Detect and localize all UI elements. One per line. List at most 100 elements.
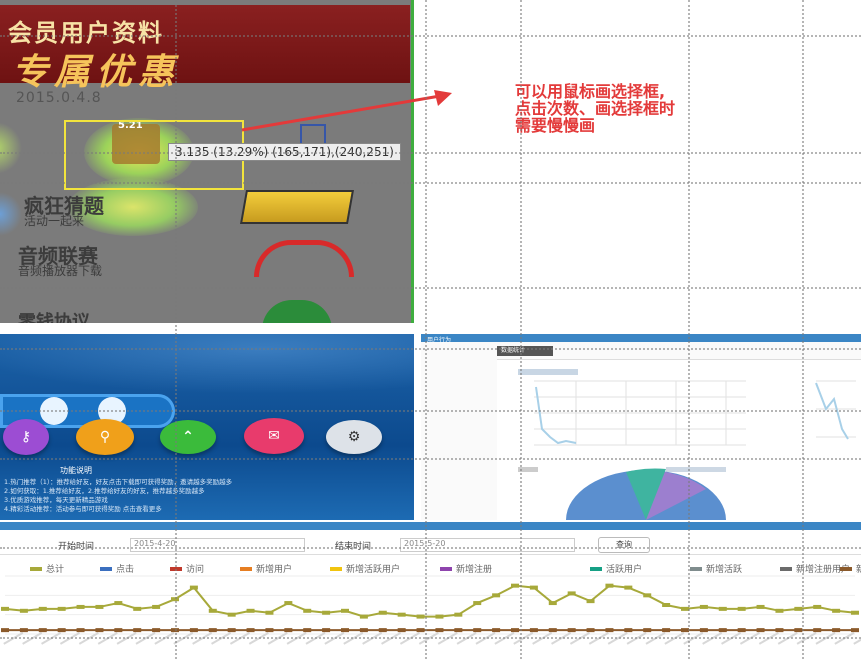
data-point[interactable] xyxy=(208,608,217,613)
data-point[interactable] xyxy=(718,628,727,633)
data-point[interactable] xyxy=(586,599,595,604)
data-point[interactable] xyxy=(511,583,519,588)
data-point[interactable] xyxy=(756,628,765,633)
data-point[interactable] xyxy=(378,610,387,615)
list-item[interactable]: 零钱协议 xyxy=(18,308,90,323)
data-point[interactable] xyxy=(851,610,859,615)
data-point[interactable] xyxy=(511,628,519,633)
data-point[interactable] xyxy=(152,628,161,633)
data-point[interactable] xyxy=(548,601,557,606)
data-point[interactable] xyxy=(227,612,236,617)
data-point[interactable] xyxy=(57,606,66,611)
data-point[interactable] xyxy=(851,628,859,633)
data-point[interactable] xyxy=(397,612,406,617)
grid-vline xyxy=(520,0,522,659)
data-point[interactable] xyxy=(435,628,444,633)
data-point[interactable] xyxy=(284,601,293,606)
data-point[interactable] xyxy=(397,628,406,633)
data-point[interactable] xyxy=(699,604,708,609)
wifi-icon[interactable]: ⌃ xyxy=(160,420,216,454)
data-point[interactable] xyxy=(624,585,633,590)
data-point[interactable] xyxy=(567,628,576,633)
settings-icon[interactable]: ⚙ xyxy=(326,420,382,454)
data-point[interactable] xyxy=(265,610,274,615)
data-point[interactable] xyxy=(643,593,652,598)
query-button[interactable]: 查询 xyxy=(598,537,650,553)
data-point[interactable] xyxy=(208,628,217,633)
data-point[interactable] xyxy=(152,604,161,609)
data-point[interactable] xyxy=(114,601,123,606)
data-point[interactable] xyxy=(303,628,312,633)
data-point[interactable] xyxy=(227,628,236,633)
data-point[interactable] xyxy=(246,608,255,613)
data-point[interactable] xyxy=(189,585,198,590)
data-point[interactable] xyxy=(76,628,85,633)
data-point[interactable] xyxy=(95,604,104,609)
data-point[interactable] xyxy=(284,628,293,633)
data-point[interactable] xyxy=(718,606,727,611)
data-point[interactable] xyxy=(662,628,671,633)
data-point[interactable] xyxy=(246,628,255,633)
app-panel: ⚷ ⚲ ⌃ ✉ ⚙ 功能说明 1.热门推荐（1）：推荐给好友，好友点击下载即可获… xyxy=(0,334,414,520)
data-point[interactable] xyxy=(265,628,274,633)
data-point[interactable] xyxy=(454,628,463,633)
data-point[interactable] xyxy=(775,628,784,633)
data-point[interactable] xyxy=(19,608,28,613)
data-point[interactable] xyxy=(416,628,425,633)
data-point[interactable] xyxy=(57,628,66,633)
data-point[interactable] xyxy=(832,628,841,633)
data-point[interactable] xyxy=(76,604,85,609)
data-point[interactable] xyxy=(114,628,123,633)
legend-swatch xyxy=(30,566,42,571)
data-point[interactable] xyxy=(832,608,841,613)
data-point[interactable] xyxy=(473,601,482,606)
user-icon[interactable]: ⚲ xyxy=(76,419,134,455)
data-point[interactable] xyxy=(567,591,576,596)
start-date-input[interactable]: 2015-4-20 xyxy=(130,538,305,552)
data-point[interactable] xyxy=(133,606,142,611)
data-point[interactable] xyxy=(775,608,784,613)
data-point[interactable] xyxy=(662,603,671,607)
data-point[interactable] xyxy=(341,628,349,633)
data-point[interactable] xyxy=(38,606,47,611)
info-line: 3.优质游戏推荐，每天更新精品游戏 xyxy=(4,496,108,504)
data-point[interactable] xyxy=(624,628,633,633)
data-point[interactable] xyxy=(303,608,312,613)
data-point[interactable] xyxy=(189,628,198,633)
data-point[interactable] xyxy=(322,610,331,615)
data-point[interactable] xyxy=(605,583,614,588)
data-point[interactable] xyxy=(359,628,368,633)
data-point[interactable] xyxy=(643,628,652,633)
data-point[interactable] xyxy=(699,628,708,633)
data-point[interactable] xyxy=(737,628,746,633)
data-point[interactable] xyxy=(416,614,425,619)
data-point[interactable] xyxy=(813,604,822,609)
grid-hline xyxy=(0,287,861,289)
data-point[interactable] xyxy=(737,606,746,611)
data-point[interactable] xyxy=(492,628,501,633)
data-point[interactable] xyxy=(492,593,501,598)
data-point[interactable] xyxy=(19,628,28,633)
data-point[interactable] xyxy=(38,628,47,633)
data-point[interactable] xyxy=(378,628,387,633)
dashboard-tab[interactable]: 用户行为 xyxy=(427,335,451,344)
data-point[interactable] xyxy=(322,628,331,633)
data-point[interactable] xyxy=(586,628,595,633)
data-point[interactable] xyxy=(435,614,444,619)
data-point[interactable] xyxy=(1,628,9,633)
data-point[interactable] xyxy=(95,628,104,633)
data-point[interactable] xyxy=(529,628,538,633)
data-point[interactable] xyxy=(359,614,368,619)
data-point[interactable] xyxy=(529,585,538,590)
data-point[interactable] xyxy=(548,628,557,633)
data-point[interactable] xyxy=(605,628,614,633)
data-point[interactable] xyxy=(813,628,822,633)
data-point[interactable] xyxy=(341,608,349,613)
message-icon[interactable]: ✉ xyxy=(244,418,304,454)
data-point[interactable] xyxy=(454,612,463,617)
data-point[interactable] xyxy=(1,606,9,611)
data-point[interactable] xyxy=(756,604,765,609)
data-point[interactable] xyxy=(473,628,482,633)
key-icon[interactable]: ⚷ xyxy=(3,419,49,455)
data-point[interactable] xyxy=(133,628,142,633)
